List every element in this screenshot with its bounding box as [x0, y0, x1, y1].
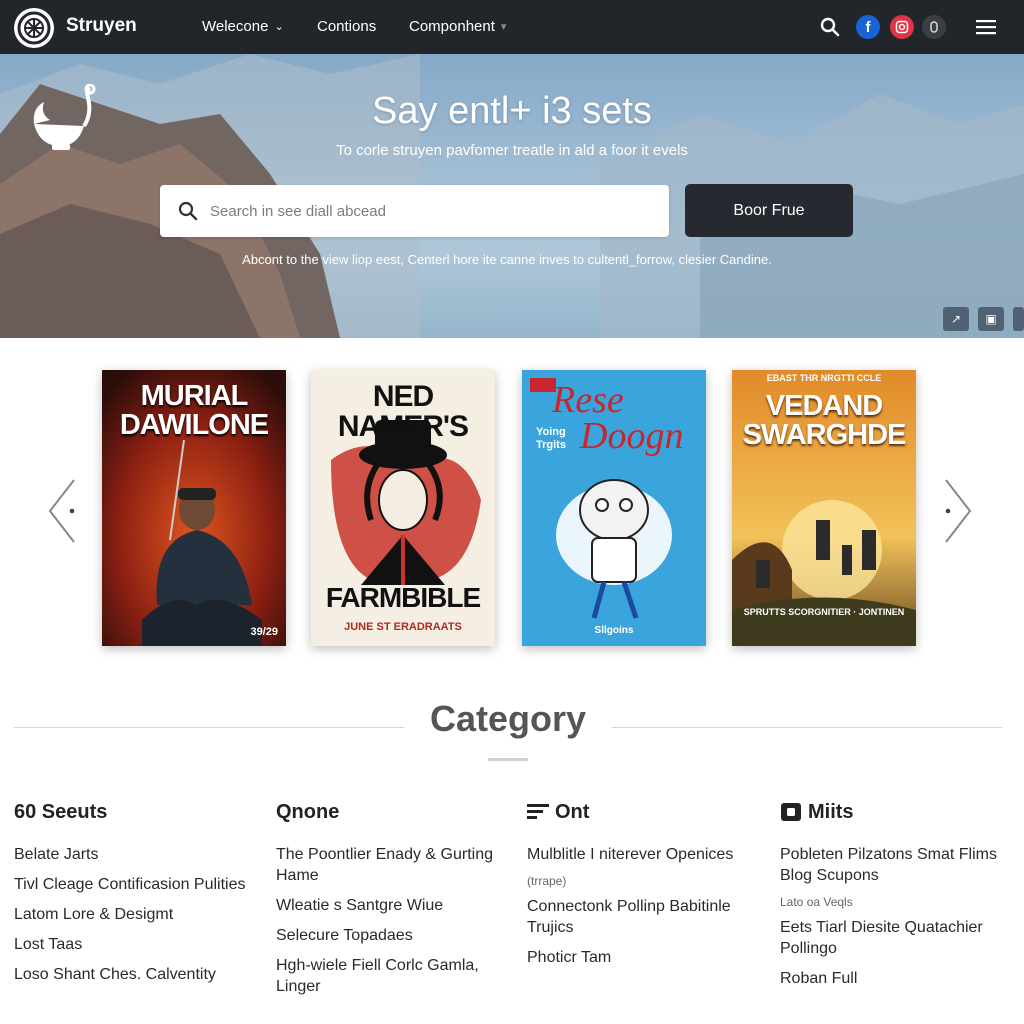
list-item[interactable]: The Poontlier Enady & Gurting Hame — [276, 844, 496, 886]
hero-subtitle: To corle struyen pavfomer treatle in ald… — [336, 142, 688, 159]
menu-icon[interactable] — [974, 15, 998, 39]
search-box[interactable] — [160, 185, 669, 237]
book-cover-4[interactable]: EBAST THR NRGTTI CCLE VEDAND SWARGHDE SP… — [732, 370, 916, 646]
list-item[interactable]: Loso Shant Ches. Calventity — [14, 964, 254, 985]
carousel-prev-button[interactable] — [44, 478, 80, 544]
book-4-footer: SPRUTTS SCORGNITIER · JONTINEN — [743, 607, 905, 617]
book-2-subtitle: FARMBIBLE — [325, 582, 481, 613]
list-item[interactable]: Tivl Cleage Contificasion Pulities — [14, 874, 254, 895]
list-item[interactable]: Wleatie s Santgre Wiue — [276, 895, 496, 916]
book-cover-2[interactable]: NED NAMER'S FARMBIBLE JUNE ST ERADRAATS — [311, 370, 495, 646]
column-heading[interactable]: Miits — [780, 800, 1005, 824]
chevron-down-icon: ⌄ — [274, 21, 284, 33]
book-cover-1[interactable]: MURIAL DAWILONE 39/29 — [102, 370, 286, 646]
category-title: Category — [429, 698, 587, 739]
search-icon — [178, 201, 198, 221]
search-icon[interactable] — [818, 15, 842, 39]
more-icon[interactable] — [1013, 307, 1024, 331]
logo-icon[interactable] — [14, 8, 54, 48]
category-column-1: 60 Seeuts Belate Jarts Tivl Cleage Conti… — [14, 800, 254, 994]
category-column-4: Miits Pobleten Pilzatons Smat Flims Blog… — [780, 800, 1005, 998]
book-3-title-line-1: Rese — [552, 379, 624, 421]
book-cover-3[interactable]: Rese Doogn Yoing Trgits Sllgoins — [522, 370, 706, 646]
hero-banner: Say entl+ i3 sets To corle struyen pavfo… — [0, 54, 1024, 338]
instagram-icon[interactable] — [890, 15, 914, 39]
list-item-note: Lato oa Veqls — [780, 895, 853, 909]
hero-note: Abcont to the view liop eest, Centerl ho… — [242, 252, 772, 267]
nav-contions[interactable]: Contions — [317, 18, 376, 35]
top-navbar: Struyen Welecone ⌄ Contions Componhent ▾… — [0, 0, 1024, 54]
carousel-next-button[interactable] — [940, 478, 976, 544]
book-2-author: JUNE ST ERADRAATS — [344, 621, 462, 633]
category-underline — [488, 758, 528, 761]
hero-title: Say entl+ i3 sets — [372, 90, 652, 132]
list-icon — [527, 804, 549, 819]
column-heading-label: Miits — [808, 800, 854, 823]
column-heading[interactable]: Qnone — [276, 800, 496, 824]
nav-welcome-label: Welecone — [202, 18, 269, 35]
list-item[interactable]: Mulblitle I niterever Openices — [527, 844, 752, 865]
nav-component[interactable]: Componhent ▾ — [409, 18, 506, 35]
book-4-title-line-2: SWARGHDE — [742, 419, 907, 451]
list-item[interactable]: Pobleten Pilzatons Smat Flims Blog Scupo… — [780, 844, 1005, 886]
book-4-title-line-1: VEDAND — [765, 390, 883, 422]
book-4-top-text: EBAST THR NRGTTI CCLE — [766, 373, 882, 383]
book-1-number: 39/29 — [250, 626, 278, 638]
gallery-icon[interactable]: ▣ — [978, 307, 1004, 331]
chevron-down-icon: ▾ — [500, 21, 507, 33]
book-1-title-line-2: DAWILONE — [119, 409, 269, 441]
search-input[interactable] — [210, 202, 650, 220]
list-item[interactable]: Connectonk Pollinp Babitinle Trujics — [527, 896, 752, 938]
nav-welcome[interactable]: Welecone ⌄ — [202, 18, 284, 35]
column-heading-label: 60 Seeuts — [14, 800, 108, 823]
column-heading[interactable]: Ont — [527, 800, 752, 824]
list-item[interactable]: Photicr Tam — [527, 947, 752, 968]
category-column-2: Qnone The Poontlier Enady & Gurting Hame… — [276, 800, 496, 1006]
list-item[interactable]: Latom Lore & Desigmt — [14, 904, 254, 925]
category-column-3: Ont Mulblitle I niterever Openices (trra… — [527, 800, 752, 977]
list-item[interactable]: Eets Tiarl Diesite Quatachier Pollingo — [780, 917, 1005, 959]
facebook-icon[interactable]: f — [856, 15, 880, 39]
column-heading[interactable]: 60 Seeuts — [14, 800, 254, 824]
list-item[interactable]: Hgh-wiele Fiell Corlc Gamla, Linger — [276, 955, 496, 997]
nav-component-label: Componhent — [409, 18, 495, 35]
hero-button[interactable]: Boor Frue — [685, 184, 853, 237]
column-heading-label: Qnone — [276, 800, 340, 823]
book-3-footer: Sllgoins — [594, 625, 634, 636]
list-item[interactable]: Lost Taas — [14, 934, 254, 955]
book-1-title-line-1: MURIAL — [140, 380, 249, 412]
list-item[interactable]: Roban Full — [780, 968, 1005, 989]
collapse-icon[interactable]: ↗ — [943, 307, 969, 331]
list-item[interactable]: Selecure Topadaes — [276, 925, 496, 946]
tag-icon — [781, 803, 801, 821]
book-3-side-text: Yoing Trgits — [536, 426, 566, 451]
page: Struyen Welecone ⌄ Contions Componhent ▾… — [0, 0, 1024, 1024]
list-item-note: (trrape) — [527, 874, 567, 888]
extra-icon[interactable] — [922, 15, 946, 39]
book-2-title: NED NAMER'S — [337, 380, 469, 443]
nav-contions-label: Contions — [317, 18, 377, 35]
list-item[interactable]: Belate Jarts — [14, 844, 254, 865]
column-heading-label: Ont — [555, 800, 590, 823]
brand-name[interactable]: Struyen — [66, 15, 137, 37]
